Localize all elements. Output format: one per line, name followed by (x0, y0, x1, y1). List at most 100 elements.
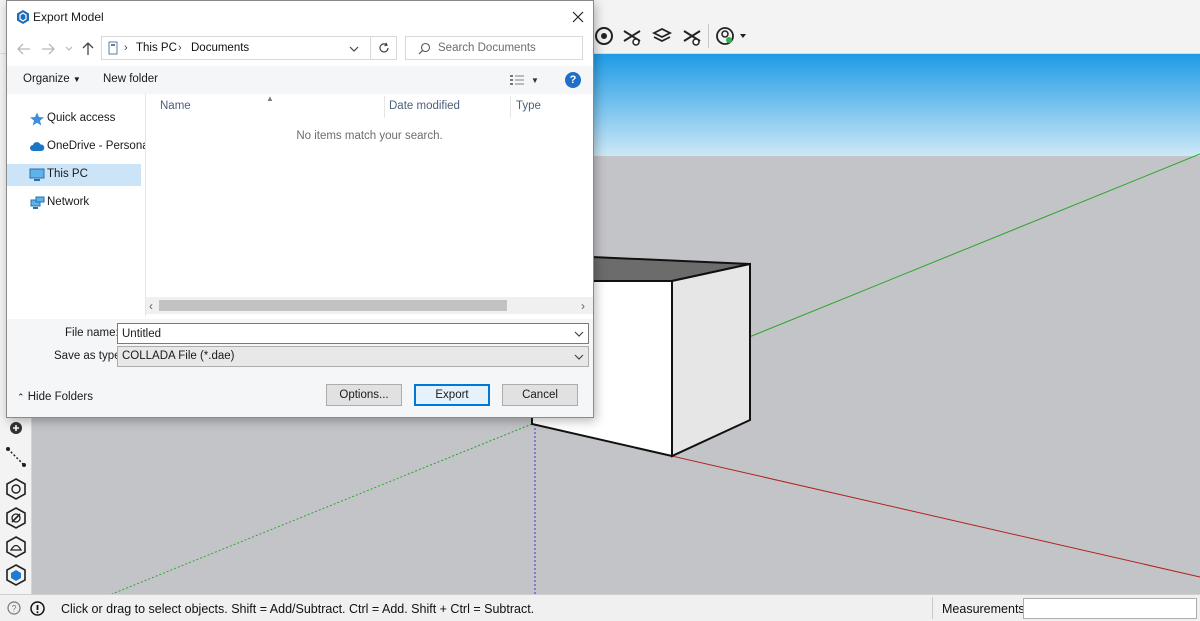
save-as-type-dropdown[interactable] (573, 351, 585, 363)
scroll-right-icon[interactable]: › (581, 299, 585, 313)
chevron-up-icon: ⌃ (17, 392, 25, 402)
file-list[interactable]: ▲ Name Date modified Type No items match… (146, 94, 593, 316)
chevron-down-icon (65, 46, 73, 51)
command-bar: Organize ▼ New folder ▼ ? (7, 66, 593, 94)
nav-item-network[interactable]: Network (7, 192, 141, 214)
arrow-up-icon (82, 42, 94, 55)
details-view-icon (510, 75, 524, 85)
status-divider (932, 597, 933, 619)
toolbar-divider (708, 24, 709, 48)
layers-icon[interactable] (648, 22, 676, 50)
breadcrumb-this-pc[interactable]: This PC (136, 42, 177, 54)
help-circle-icon[interactable]: ? (6, 600, 22, 616)
back-button[interactable] (15, 40, 33, 58)
cloud-icon (30, 142, 45, 151)
caret-down-icon: ▼ (72, 75, 81, 84)
nav-item-label: OneDrive - Personal (47, 140, 152, 152)
close-button[interactable] (563, 4, 593, 30)
breadcrumb-separator: › (124, 42, 128, 54)
svg-text:?: ? (11, 604, 16, 614)
account-icon[interactable] (713, 22, 749, 50)
horizontal-scrollbar[interactable]: ‹ › (146, 297, 593, 314)
file-name-input[interactable] (122, 326, 562, 341)
computer-icon (29, 168, 45, 181)
section-plane-icon[interactable] (3, 505, 29, 531)
breadcrumb-separator: › (178, 42, 182, 54)
file-fields: File name: Save as type: COLLADA File (*… (7, 319, 593, 369)
forward-button[interactable] (39, 40, 57, 58)
status-message: Click or drag to select objects. Shift =… (61, 602, 535, 616)
options-button[interactable]: Options... (326, 384, 402, 406)
column-header-type[interactable]: Type (516, 100, 541, 112)
nav-item-onedrive[interactable]: OneDrive - Personal (7, 136, 151, 158)
export-model-dialog: Export Model › This PC › Documents Searc… (6, 0, 594, 418)
file-name-dropdown[interactable] (573, 328, 585, 340)
navigation-bar: › This PC › Documents (7, 33, 593, 65)
measurements-label: Measurements (942, 602, 1025, 616)
recent-locations-button[interactable] (63, 40, 75, 58)
sort-ascending-icon: ▲ (266, 94, 274, 103)
new-folder-button[interactable]: New folder (103, 73, 158, 85)
column-divider[interactable] (510, 96, 511, 118)
search-input[interactable] (438, 39, 578, 57)
breadcrumb-documents[interactable]: Documents (191, 42, 249, 54)
sketchup-logo-icon (17, 10, 29, 24)
components-icon[interactable] (3, 562, 29, 588)
nav-item-this-pc[interactable]: This PC (7, 164, 141, 186)
hide-folders-button[interactable]: ⌃ Hide Folders (17, 391, 93, 403)
extension-manager-icon[interactable] (678, 22, 706, 50)
dialog-footer: ⌃ Hide Folders Options... Export Cancel (7, 369, 593, 417)
file-name-combobox[interactable] (117, 323, 589, 344)
nav-item-quick-access[interactable]: Quick access (7, 108, 141, 130)
save-as-type-value: COLLADA File (*.dae) (122, 350, 235, 362)
save-as-type-label: Save as type: (54, 350, 124, 362)
organize-button[interactable]: Organize ▼ (23, 73, 81, 85)
nav-item-label: Quick access (47, 112, 116, 124)
search-box[interactable] (405, 36, 583, 60)
export-button[interactable]: Export (414, 384, 490, 406)
dialog-title: Export Model (33, 10, 104, 24)
change-view-button[interactable]: ▼ (509, 72, 543, 88)
sketchup-window: ? Click or drag to select objects. Shift… (0, 0, 1200, 621)
styles-icon[interactable] (3, 534, 29, 560)
column-divider[interactable] (384, 96, 385, 118)
address-dropdown-button[interactable] (346, 42, 362, 56)
nav-item-label: This PC (47, 168, 88, 180)
extension-warehouse-icon[interactable] (618, 22, 646, 50)
cancel-button[interactable]: Cancel (502, 384, 578, 406)
arrow-right-icon (42, 43, 55, 55)
search-icon (418, 42, 431, 55)
chevron-down-icon (574, 354, 584, 360)
scrollbar-thumb[interactable] (159, 300, 507, 311)
info-icon[interactable] (29, 600, 45, 616)
network-icon (30, 196, 45, 209)
save-as-type-select[interactable]: COLLADA File (*.dae) (117, 346, 589, 367)
column-header-date-modified[interactable]: Date modified (389, 100, 460, 112)
column-header-name[interactable]: Name (160, 100, 191, 112)
measurements-input[interactable] (1023, 598, 1197, 619)
organize-label: Organize (23, 73, 70, 85)
navigation-pane: Quick access OneDrive - Personal This PC… (7, 94, 151, 316)
refresh-icon (378, 42, 389, 53)
help-icon[interactable]: ? (565, 72, 581, 88)
close-icon (572, 11, 584, 23)
refresh-button[interactable] (371, 36, 397, 60)
file-name-label: File name: (65, 327, 119, 339)
add-icon[interactable] (3, 415, 29, 441)
3d-warehouse-icon[interactable] (590, 22, 618, 50)
nav-item-label: Network (47, 196, 90, 208)
status-bar: ? Click or drag to select objects. Shift… (0, 594, 1200, 621)
chevron-down-icon (574, 331, 584, 337)
dialog-title-bar[interactable]: Export Model (7, 1, 593, 33)
orbit-icon[interactable] (3, 476, 29, 502)
caret-down-icon: ▼ (531, 75, 539, 85)
scroll-left-icon[interactable]: ‹ (149, 299, 153, 313)
arrow-left-icon (17, 43, 30, 55)
chevron-down-icon (349, 46, 359, 52)
star-icon (30, 112, 44, 126)
tape-measure-icon[interactable] (3, 444, 29, 470)
address-bar[interactable]: › This PC › Documents (101, 36, 371, 60)
hide-folders-label: Hide Folders (27, 391, 93, 403)
computer-icon (108, 41, 118, 55)
up-button[interactable] (79, 40, 97, 58)
